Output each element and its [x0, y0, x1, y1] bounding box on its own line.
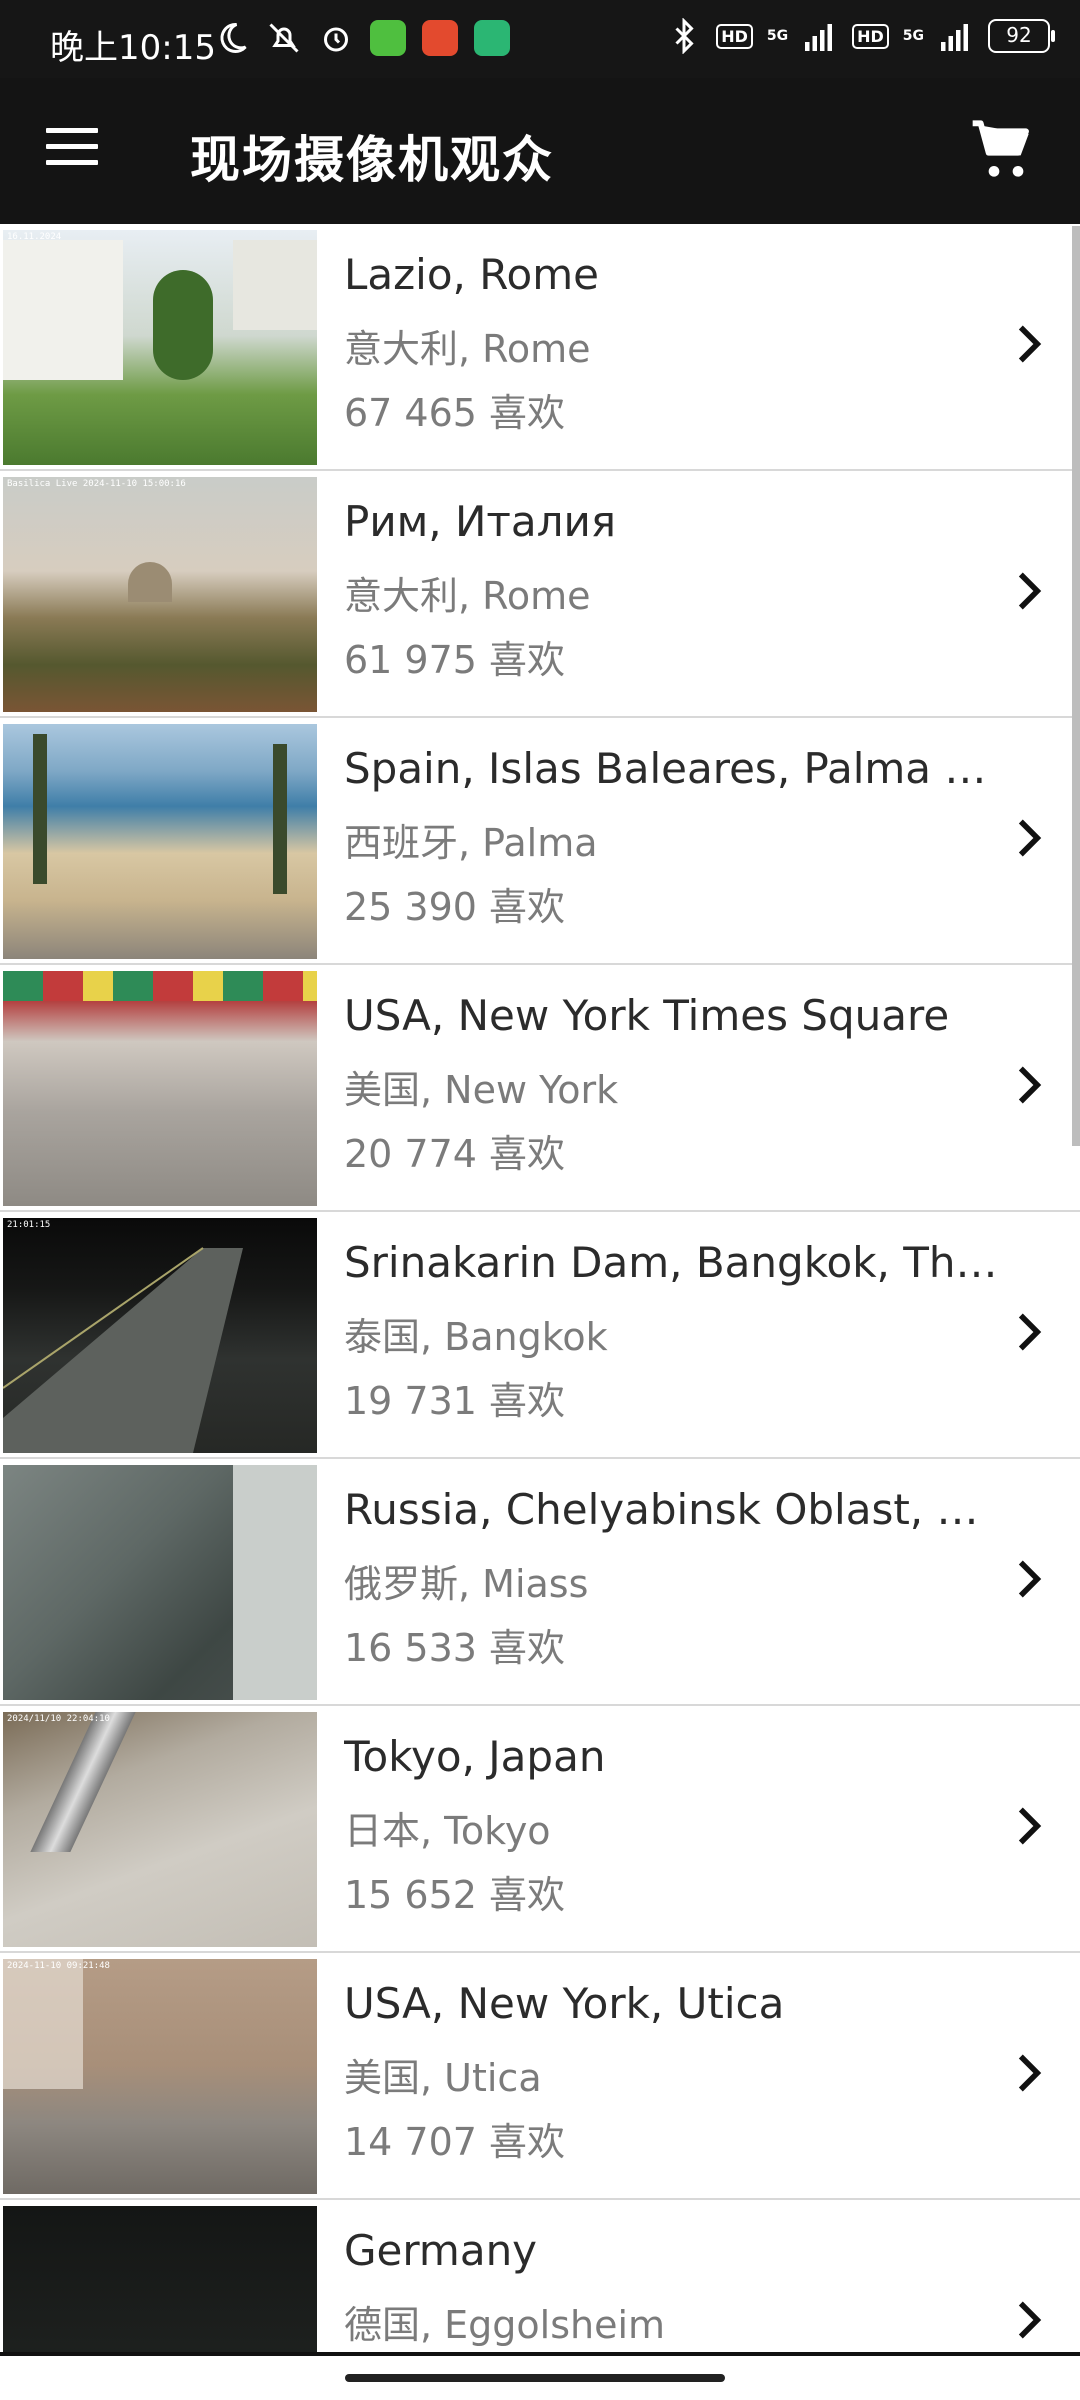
camera-title: Germany	[344, 2226, 538, 2275]
camera-thumbnail[interactable]: 2024/11/10 22:04:10	[3, 1712, 317, 1947]
home-indicator[interactable]	[345, 2374, 725, 2382]
camera-likes: 25 390 喜欢	[344, 885, 566, 929]
signal-5g-label: 5G	[766, 28, 789, 44]
camera-likes: 16 533 喜欢	[344, 1626, 566, 1670]
camera-location: 意大利, Rome	[344, 327, 591, 371]
list-item[interactable]: Basilica Live 2024-11-10 15:00:16 Рим, И…	[0, 471, 1080, 718]
camera-title: Spain, Islas Baleares, Palma Ba…	[344, 744, 1004, 793]
camera-likes: 14 707 喜欢	[344, 2120, 566, 2164]
chevron-right-icon[interactable]	[1008, 1551, 1052, 1607]
list-item[interactable]: USA, New York Times Square 美国, New York …	[0, 965, 1080, 1212]
list-item[interactable]: Spain, Islas Baleares, Palma Ba… 西班牙, Pa…	[0, 718, 1080, 965]
list-item[interactable]: 2024/11/10 22:04:10 Tokyo, Japan 日本, Tok…	[0, 1706, 1080, 1953]
chevron-right-icon[interactable]	[1008, 316, 1052, 372]
status-icons-left	[214, 20, 510, 56]
hd-badge: HD	[716, 23, 753, 49]
chevron-right-icon[interactable]	[1008, 2292, 1052, 2348]
chevron-right-icon[interactable]	[1008, 563, 1052, 619]
app-title: 现场摄像机观众	[190, 131, 554, 189]
camera-thumbnail[interactable]	[3, 971, 317, 1206]
camera-location: 泰国, Bangkok	[344, 1315, 608, 1359]
cart-icon[interactable]	[970, 118, 1034, 182]
signal-5g-label: 5G	[902, 28, 924, 44]
camera-title: USA, New York, Utica	[344, 1979, 785, 2028]
list-item[interactable]: Germany 德国, Eggolsheim	[0, 2200, 1080, 2354]
battery-indicator: 92	[988, 19, 1055, 53]
list-item[interactable]: 2024-11-10 09:21:48 USA, New York, Utica…	[0, 1953, 1080, 2200]
scrollbar[interactable]	[1072, 226, 1080, 1146]
camera-title: Tokyo, Japan	[344, 1732, 606, 1781]
status-time: 晚上10:15	[50, 28, 216, 68]
chevron-right-icon[interactable]	[1008, 2045, 1052, 2101]
status-icons-right: HD 5G HD 5G 92	[666, 18, 1055, 54]
signal-icon	[941, 24, 968, 51]
hd-badge: HD	[852, 23, 889, 49]
camera-likes: 19 731 喜欢	[344, 1379, 566, 1423]
shield-icon	[474, 20, 510, 56]
chevron-right-icon[interactable]	[1008, 1304, 1052, 1360]
camera-thumbnail[interactable]: Basilica Live 2024-11-10 15:00:16	[3, 477, 317, 712]
camera-thumbnail[interactable]: 2024-11-10 09:21:48	[3, 1959, 317, 2194]
camera-location: 意大利, Rome	[344, 574, 591, 618]
signal-icon	[805, 24, 833, 51]
list-item[interactable]: 16.11.2024 Lazio, Rome 意大利, Rome 67 465 …	[0, 224, 1080, 471]
camera-thumbnail[interactable]: 21:01:15	[3, 1218, 317, 1453]
bottom-divider	[0, 2352, 1080, 2356]
camera-likes: 15 652 喜欢	[344, 1873, 566, 1917]
camera-list: 16.11.2024 Lazio, Rome 意大利, Rome 67 465 …	[0, 224, 1080, 2354]
camera-thumbnail[interactable]	[3, 724, 317, 959]
menu-icon[interactable]	[46, 128, 98, 172]
thumbnail-timestamp: 2024-11-10 09:21:48	[7, 1961, 110, 1971]
camera-thumbnail[interactable]	[3, 2206, 317, 2354]
list-item[interactable]: Russia, Chelyabinsk Oblast, Mi… 俄罗斯, Mia…	[0, 1459, 1080, 1706]
alarm-icon	[324, 27, 348, 52]
camera-location: 美国, New York	[344, 1068, 619, 1112]
thumbnail-timestamp: 16.11.2024	[7, 232, 62, 242]
camera-location: 西班牙, Palma	[344, 821, 598, 865]
mute-icon	[269, 23, 299, 53]
chevron-right-icon[interactable]	[1008, 1057, 1052, 1113]
camera-title: Lazio, Rome	[344, 250, 599, 299]
camera-location: 德国, Eggolsheim	[344, 2303, 666, 2347]
camera-title: Srinakarin Dam, Bangkok, Thai…	[344, 1238, 1004, 1287]
camera-thumbnail[interactable]: 16.11.2024	[3, 230, 317, 465]
bluetooth-icon	[675, 18, 694, 54]
thumbnail-timestamp: 21:01:15	[7, 1220, 51, 1230]
camera-location: 美国, Utica	[344, 2056, 542, 2100]
camera-title: USA, New York Times Square	[344, 991, 950, 1040]
camera-likes: 61 975 喜欢	[344, 638, 566, 682]
thumbnail-timestamp: 2024/11/10 22:04:10	[7, 1714, 110, 1724]
app-notification-icon	[422, 20, 458, 56]
camera-location: 俄罗斯, Miass	[344, 1562, 589, 1606]
camera-likes: 20 774 喜欢	[344, 1132, 566, 1176]
moon-icon	[220, 22, 247, 53]
app-bar: 现场摄像机观众	[0, 78, 1080, 224]
chevron-right-icon[interactable]	[1008, 810, 1052, 866]
camera-location: 日本, Tokyo	[344, 1809, 551, 1853]
camera-thumbnail[interactable]	[3, 1465, 317, 1700]
app-notification-icon	[370, 20, 406, 56]
camera-likes: 67 465 喜欢	[344, 391, 566, 435]
chevron-right-icon[interactable]	[1008, 1798, 1052, 1854]
thumbnail-timestamp: Basilica Live 2024-11-10 15:00:16	[7, 479, 186, 489]
camera-title: Russia, Chelyabinsk Oblast, Mi…	[344, 1485, 1004, 1534]
status-bar: 晚上10:15 HD 5G HD 5G 92	[0, 0, 1080, 78]
list-item[interactable]: 21:01:15 Srinakarin Dam, Bangkok, Thai… …	[0, 1212, 1080, 1459]
camera-title: Рим, Италия	[344, 497, 617, 546]
